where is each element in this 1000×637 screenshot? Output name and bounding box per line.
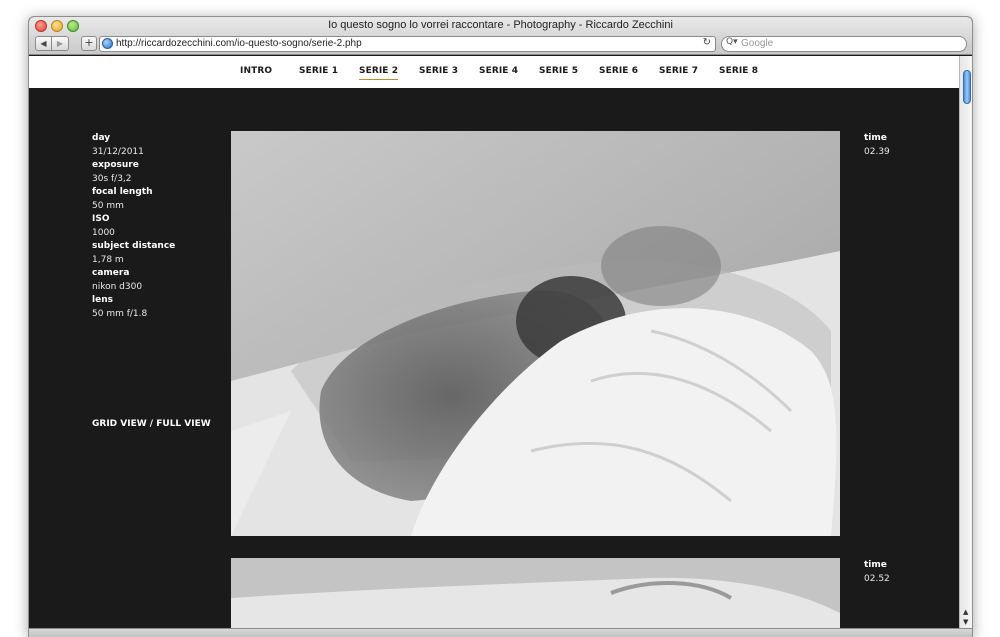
reload-icon[interactable]: ↻ — [703, 37, 711, 48]
time-value: 02.39 — [864, 146, 890, 157]
back-arrow-icon: ◀ — [40, 39, 47, 48]
time-label: time — [864, 560, 887, 570]
nav-serie-3[interactable]: SERIE 3 — [419, 66, 458, 76]
focal-length-label: focal length — [92, 187, 153, 197]
photo-metadata: day 31/12/2011 exposure 30s f/3,2 focal … — [92, 132, 232, 321]
lens-label: lens — [92, 295, 113, 305]
nav-serie-6[interactable]: SERIE 6 — [599, 66, 638, 76]
day-value: 31/12/2011 — [92, 146, 144, 157]
photo-next[interactable] — [231, 558, 840, 628]
photo-1-time: time 02.39 — [864, 132, 890, 159]
globe-icon — [102, 38, 113, 49]
site-navigation: INTRO SERIE 1 SERIE 2 SERIE 3 SERIE 4 SE… — [29, 56, 959, 88]
time-value: 02.52 — [864, 573, 890, 584]
back-button[interactable]: ◀ — [35, 36, 52, 51]
exposure-label: exposure — [92, 160, 139, 170]
nav-serie-8[interactable]: SERIE 8 — [719, 66, 758, 76]
photo-bed-preview — [231, 558, 840, 628]
browser-window: Io questo sogno lo vorrei raccontare - P… — [28, 16, 973, 637]
subject-distance-label: subject distance — [92, 241, 176, 251]
search-placeholder: Google — [741, 38, 774, 49]
address-bar[interactable]: http://riccardozecchini.com/io-questo-so… — [99, 36, 716, 52]
photo-2-time: time 02.52 — [864, 559, 890, 586]
plus-icon: + — [84, 36, 94, 49]
focal-length-value: 50 mm — [92, 200, 124, 211]
subject-distance-value: 1,78 m — [92, 254, 124, 265]
page-content: day 31/12/2011 exposure 30s f/3,2 focal … — [29, 88, 959, 628]
iso-value: 1000 — [92, 227, 115, 238]
day-label: day — [92, 133, 111, 143]
window-title: Io questo sogno lo vorrei raccontare - P… — [328, 19, 673, 31]
lens-value: 50 mm f/1.8 — [92, 308, 148, 319]
scroll-up-icon[interactable]: ▲ — [963, 608, 968, 616]
nav-intro[interactable]: INTRO — [240, 66, 272, 76]
scroll-down-icon[interactable]: ▼ — [963, 618, 968, 626]
nav-serie-5[interactable]: SERIE 5 — [539, 66, 578, 76]
nav-serie-2[interactable]: SERIE 2 — [359, 66, 399, 80]
view-separator: / — [146, 419, 157, 429]
title-bar: Io questo sogno lo vorrei raccontare - P… — [29, 17, 972, 55]
forward-arrow-icon: ▶ — [56, 39, 64, 48]
full-view-link[interactable]: FULL VIEW — [156, 419, 210, 429]
nav-serie-7[interactable]: SERIE 7 — [659, 66, 698, 76]
view-toggle: GRID VIEW / FULL VIEW — [92, 419, 211, 429]
nav-serie-4[interactable]: SERIE 4 — [479, 66, 518, 76]
vertical-scrollbar[interactable]: ▲ ▼ — [959, 56, 972, 628]
search-icon[interactable]: Q▾ — [726, 37, 738, 47]
camera-value: nikon d300 — [92, 281, 143, 292]
iso-label: ISO — [92, 214, 110, 224]
photo-sleeping-figures — [231, 131, 840, 536]
camera-label: camera — [92, 268, 130, 278]
exposure-value: 30s f/3,2 — [92, 173, 132, 184]
photo-main[interactable] — [231, 131, 840, 536]
search-field[interactable]: Q▾ Google — [721, 36, 967, 52]
forward-button[interactable]: ▶ — [52, 36, 69, 51]
status-bar — [29, 628, 972, 637]
nav-serie-1[interactable]: SERIE 1 — [299, 66, 338, 76]
add-bookmark-button[interactable]: + — [81, 36, 97, 51]
url-text[interactable]: http://riccardozecchini.com/io-questo-so… — [116, 38, 362, 49]
scroll-thumb[interactable] — [963, 70, 971, 104]
time-label: time — [864, 133, 887, 143]
grid-view-link[interactable]: GRID VIEW — [92, 419, 147, 429]
